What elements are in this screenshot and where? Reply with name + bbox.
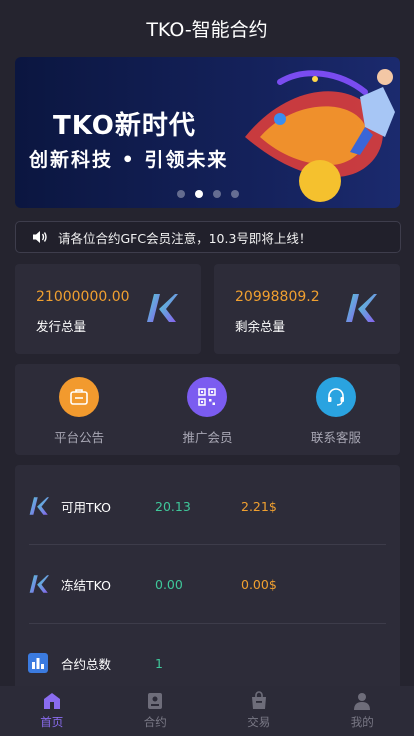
- tab-label: 交易: [247, 715, 271, 729]
- banner-dot[interactable]: [230, 190, 239, 198]
- home-icon: [43, 693, 60, 709]
- menu-item-promote[interactable]: 推广会员: [143, 364, 271, 455]
- banner-headline: TKO新时代: [53, 111, 196, 141]
- speaker-icon: [33, 231, 47, 243]
- asset-amount: 1: [155, 655, 163, 671]
- tab-profile[interactable]: 我的: [311, 686, 414, 736]
- user-icon: [354, 693, 371, 710]
- tab-contract[interactable]: 合约: [104, 686, 208, 736]
- asset-panel: 可用TKO 20.13 2.21$ 冻结TKO 0.00 0.00$ 合约总数 …: [15, 465, 400, 695]
- stat-value: 21000000.00: [36, 289, 130, 305]
- asset-name: 合约总数: [61, 656, 112, 672]
- menu-item-announcement[interactable]: 平台公告: [15, 364, 143, 455]
- divider: [29, 544, 386, 545]
- announcement-icon: [59, 377, 100, 417]
- page-title: TKO-智能合约: [146, 18, 268, 41]
- trade-icon: [251, 691, 266, 709]
- notice-bar[interactable]: 请各位合约GFC会员注意，10.3号即将上线！: [15, 221, 401, 253]
- tko-logo-icon: [346, 294, 377, 322]
- tab-label: 首页: [40, 715, 64, 729]
- banner-subline: 创新科技 • 引领未来: [29, 149, 229, 171]
- tab-label: 我的: [350, 715, 374, 729]
- stat-card-total-supply: 21000000.00 发行总量: [15, 264, 201, 354]
- app-header: TKO-智能合约: [0, 0, 414, 56]
- asset-amount: 20.13: [155, 498, 191, 514]
- contract-icon: [148, 693, 163, 709]
- notice-text: 请各位合约GFC会员注意，10.3号即将上线！: [58, 230, 312, 246]
- headset-icon: [315, 377, 356, 417]
- tab-label: 合约: [143, 715, 167, 729]
- banner-dot[interactable]: [176, 190, 185, 198]
- tab-trade[interactable]: 交易: [207, 686, 311, 736]
- tko-logo-icon: [147, 294, 178, 322]
- banner-pagination[interactable]: [15, 190, 400, 198]
- asset-name: 可用TKO: [61, 499, 111, 515]
- promo-banner[interactable]: TKO新时代 创新科技 • 引领未来: [15, 57, 400, 208]
- asset-amount: 0.00: [155, 576, 183, 592]
- asset-row-contracts[interactable]: 合约总数 1: [15, 643, 400, 683]
- banner-illustration: [245, 69, 395, 202]
- stat-label: 发行总量: [36, 319, 87, 334]
- banner-dot-active[interactable]: [194, 190, 203, 198]
- tko-logo-icon: [29, 575, 49, 593]
- divider: [29, 623, 386, 624]
- asset-row-available[interactable]: 可用TKO 20.13 2.21$: [15, 486, 400, 526]
- quick-menu: 平台公告 推广会员 联系客服: [15, 364, 400, 455]
- menu-item-label: 联系客服: [310, 430, 361, 445]
- menu-item-label: 推广会员: [182, 430, 233, 445]
- stat-value: 20998809.2: [235, 289, 320, 305]
- banner-dot[interactable]: [212, 190, 221, 198]
- qrcode-icon: [187, 377, 228, 417]
- bar-chart-icon: [28, 653, 48, 673]
- tko-logo-icon: [29, 497, 49, 515]
- tab-home[interactable]: 首页: [0, 686, 104, 736]
- asset-name: 冻结TKO: [61, 577, 111, 593]
- menu-item-support[interactable]: 联系客服: [272, 364, 400, 455]
- stat-card-remaining: 20998809.2 剩余总量: [214, 264, 400, 354]
- bottom-tab-bar: 首页 合约 交易 我的: [0, 686, 414, 736]
- asset-usd: 0.00$: [241, 576, 277, 592]
- menu-item-label: 平台公告: [54, 430, 105, 445]
- asset-usd: 2.21$: [241, 498, 277, 514]
- stat-label: 剩余总量: [235, 319, 286, 334]
- asset-row-frozen[interactable]: 冻结TKO 0.00 0.00$: [15, 564, 400, 604]
